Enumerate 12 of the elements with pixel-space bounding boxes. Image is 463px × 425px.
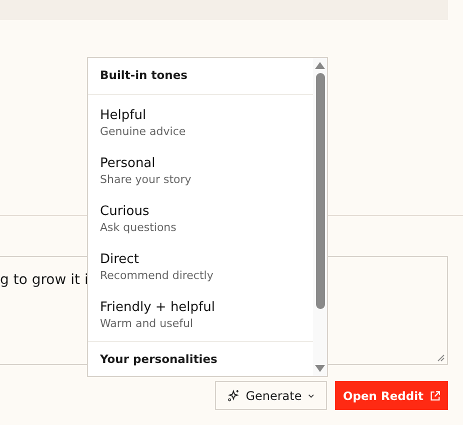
section-heading: Your personalities	[99, 351, 218, 368]
tone-description: Genuine advice	[100, 125, 187, 138]
tone-description: Ask questions	[100, 221, 178, 234]
tone-label: Direct	[100, 252, 140, 267]
tone-description: Recommend directly	[100, 269, 214, 282]
tone-label: Helpful	[100, 108, 148, 123]
tone-label: Friendly + helpful	[100, 300, 216, 315]
tone-description: Warm and useful	[100, 317, 194, 330]
section-heading: Built-in tones	[99, 67, 188, 84]
tone-label: Personal	[100, 156, 156, 171]
tone-description: Share your story	[100, 173, 192, 186]
tone-label: Curious	[100, 204, 150, 219]
